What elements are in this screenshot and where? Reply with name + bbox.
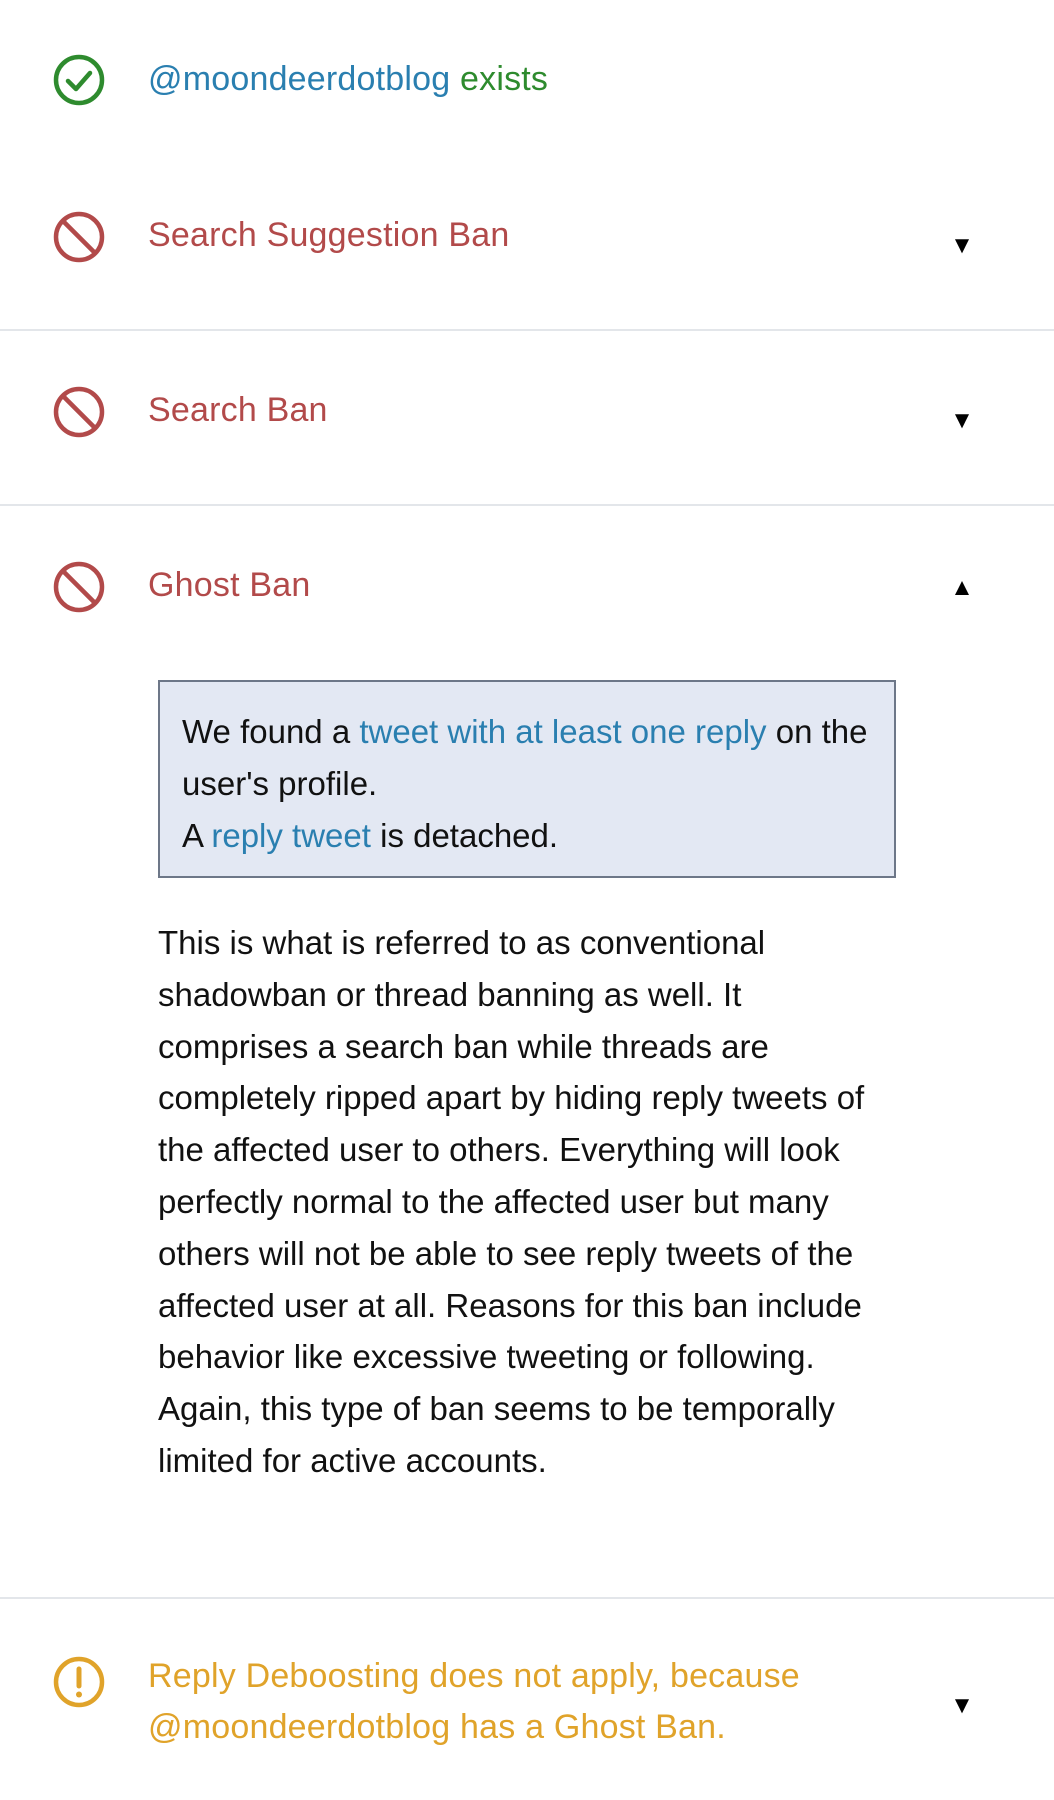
- search-ban-row[interactable]: Search Ban ▼: [0, 375, 1054, 465]
- divider: [0, 504, 1054, 506]
- ghost-ban-description: This is what is referred to as conventio…: [158, 924, 865, 1479]
- reply-deboosting-line-2: @moondeerdotblog has a Ghost Ban.: [148, 1708, 726, 1746]
- exists-status: @moondeerdotblog exists: [148, 53, 548, 105]
- notice-line-1: We found a tweet with at least one reply…: [182, 706, 872, 810]
- ban-icon: [52, 385, 106, 439]
- search-ban-title: Search Ban: [148, 391, 328, 429]
- divider: [0, 329, 1054, 331]
- divider: [0, 1597, 1054, 1599]
- search-suggestion-ban-title: Search Suggestion Ban: [148, 216, 510, 254]
- collapse-chevron-icon[interactable]: ▲: [946, 572, 978, 604]
- notice-text: is detached.: [370, 817, 559, 854]
- check-circle-icon: [52, 53, 106, 107]
- exists-row: @moondeerdotblog exists: [0, 40, 1054, 120]
- notice-text: A: [182, 817, 212, 854]
- expand-chevron-icon[interactable]: ▼: [946, 405, 978, 437]
- exclamation-circle-icon: [52, 1655, 106, 1709]
- ghost-ban-title: Ghost Ban: [148, 566, 311, 604]
- ban-icon: [52, 560, 106, 614]
- expand-chevron-icon[interactable]: ▼: [946, 1690, 978, 1722]
- expand-chevron-icon[interactable]: ▼: [946, 230, 978, 262]
- user-handle-link[interactable]: @moondeerdotblog: [148, 60, 450, 98]
- ghost-ban-notice: We found a tweet with at least one reply…: [158, 680, 896, 878]
- notice-line-2: A reply tweet is detached.: [182, 810, 872, 862]
- ghost-ban-row[interactable]: Ghost Ban ▲: [0, 550, 1054, 640]
- reply-deboosting-row[interactable]: Reply Deboosting does not apply, because…: [0, 1640, 1054, 1760]
- reply-deboosting-title: Reply Deboosting does not apply, because…: [148, 1651, 800, 1753]
- reply-deboosting-line-1: Reply Deboosting does not apply, because: [148, 1657, 800, 1695]
- search-suggestion-ban-row[interactable]: Search Suggestion Ban ▼: [0, 200, 1054, 290]
- shadowban-results: @moondeerdotblog exists Search Suggestio…: [0, 0, 1054, 1800]
- ban-icon: [52, 210, 106, 264]
- exists-label: exists: [450, 60, 549, 98]
- notice-text: We found a: [182, 713, 360, 750]
- tweet-with-reply-link[interactable]: tweet with at least one reply: [359, 713, 766, 750]
- reply-tweet-link[interactable]: reply tweet: [211, 817, 371, 854]
